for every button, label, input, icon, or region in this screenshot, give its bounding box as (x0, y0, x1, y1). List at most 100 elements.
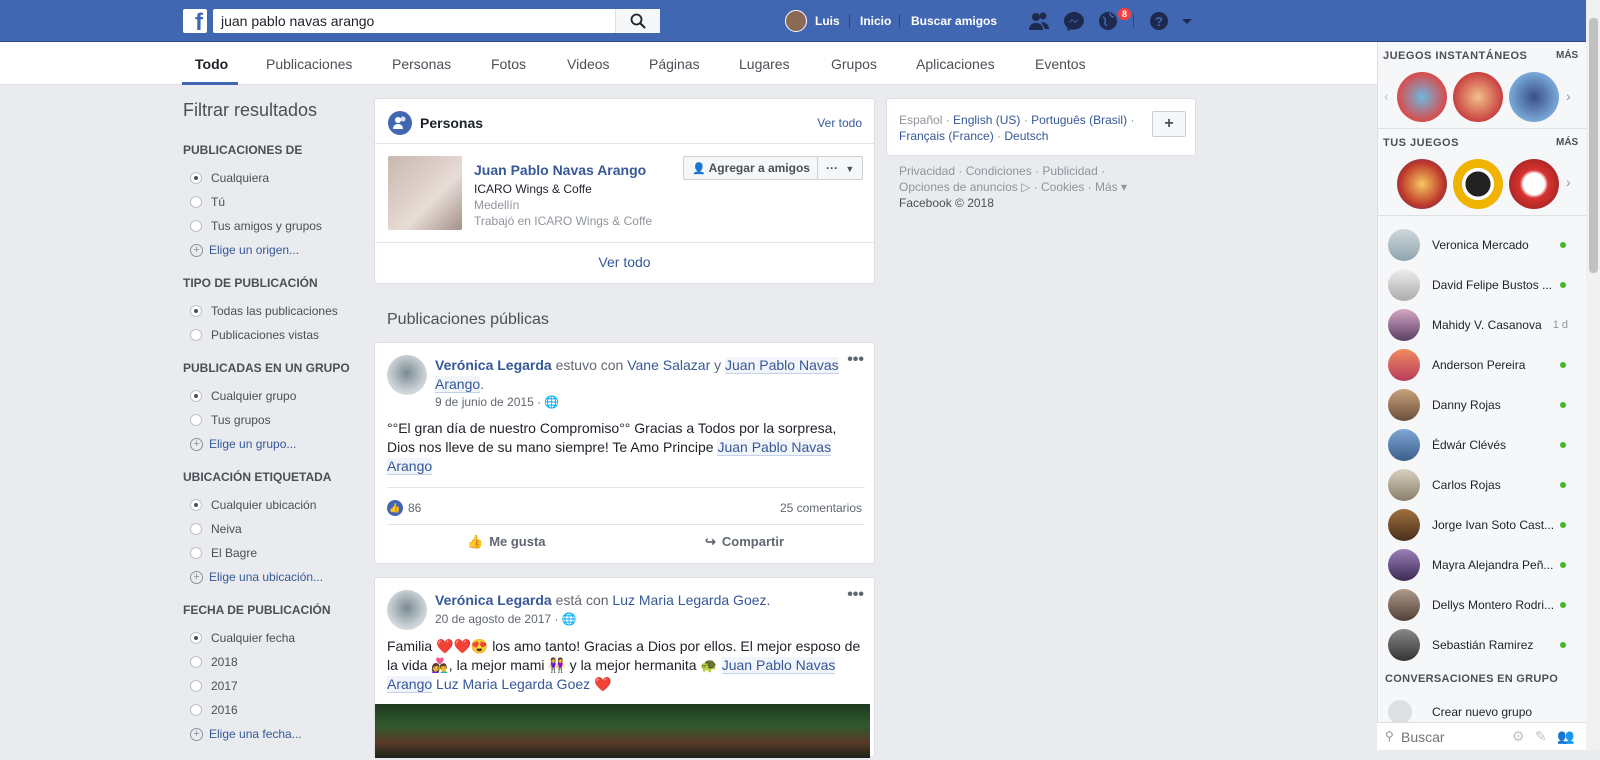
new-message-icon[interactable]: ✎ (1535, 728, 1547, 745)
author-avatar[interactable] (387, 590, 427, 630)
settings-gear-icon[interactable]: ⚙ (1512, 728, 1525, 745)
filter-option[interactable]: Cualquier ubicación (183, 493, 353, 517)
filter-option[interactable]: Tus grupos (183, 408, 353, 432)
chevron-right-icon[interactable]: › (1566, 88, 1571, 104)
see-all-bottom-link[interactable]: Ver todo (375, 254, 874, 270)
radio[interactable] (190, 414, 202, 426)
language-link[interactable]: Français (France) (899, 129, 994, 143)
home-link[interactable]: Inicio (860, 0, 891, 42)
post-options-icon[interactable]: ••• (847, 586, 864, 604)
comment-count[interactable]: 25 comentarios (780, 501, 862, 515)
add-language-button[interactable]: + (1152, 111, 1186, 137)
more-options-button[interactable]: ··· ▼ (817, 156, 863, 180)
choose-location-link[interactable]: Elige una ubicación... (209, 570, 323, 584)
see-all-people-link[interactable]: Ver todo (817, 116, 862, 130)
chat-contact[interactable]: Anderson Pereira (1388, 345, 1578, 385)
filter-option-choose[interactable]: + Elige una ubicación... (183, 565, 353, 589)
filter-option[interactable]: Tus amigos y grupos (183, 214, 353, 238)
scrollbar-thumb[interactable] (1589, 18, 1598, 273)
your-games-more-link[interactable]: MÁS (1556, 137, 1578, 148)
filter-option[interactable]: Cualquiera (183, 166, 353, 190)
author-link[interactable]: Verónica Legarda (435, 357, 552, 373)
game-pool-icon[interactable] (1397, 159, 1447, 209)
radio-selected[interactable] (190, 390, 202, 402)
create-group-row[interactable]: Crear nuevo grupo (1388, 700, 1578, 724)
new-group-icon[interactable]: 👥 (1557, 728, 1574, 745)
tab-lugares[interactable]: Lugares (739, 56, 790, 72)
radio[interactable] (190, 329, 202, 341)
chat-contact[interactable]: Mayra Alejandra Peñ... (1388, 545, 1578, 585)
filter-option[interactable]: 2017 (183, 674, 353, 698)
chat-contact[interactable]: Carlos Rojas (1388, 465, 1578, 505)
like-button[interactable]: 👍 Me gusta (467, 534, 546, 550)
tagged-user-link[interactable]: Vane Salazar (627, 357, 710, 373)
filter-option-choose[interactable]: + Elige un origen... (183, 238, 353, 262)
filter-option[interactable]: Cualquier grupo (183, 384, 353, 408)
tab-eventos[interactable]: Eventos (1035, 56, 1086, 72)
find-friends-link[interactable]: Buscar amigos (911, 0, 997, 42)
radio[interactable] (190, 547, 202, 559)
chat-contact[interactable]: David Felipe Bustos ... (1388, 265, 1578, 305)
chat-contact[interactable]: Sebastián Ramirez (1388, 625, 1578, 665)
post-date[interactable]: 9 de junio de 2015 · 🌐 (435, 395, 559, 409)
chat-search-input[interactable] (1401, 727, 1501, 747)
choose-source-link[interactable]: Elige un origen... (209, 243, 299, 257)
search-input[interactable]: juan pablo navas arango (213, 9, 660, 33)
tab-aplicaciones[interactable]: Aplicaciones (916, 56, 995, 72)
chat-contact[interactable]: Jorge Ivan Soto Cast... (1388, 505, 1578, 545)
tab-personas[interactable]: Personas (392, 56, 451, 72)
tagged-user-link[interactable]: Luz Maria Legarda Goez. (612, 592, 770, 608)
help-icon[interactable]: ? (1148, 11, 1170, 31)
person-name-link[interactable]: Juan Pablo Navas Arango (474, 162, 646, 178)
footer-links-line[interactable]: Opciones de anuncios ▷ · Cookies · Más ▾ (899, 179, 1189, 195)
game-uno-icon[interactable] (1453, 72, 1503, 122)
mention-link[interactable]: Luz Maria Legarda Goez (436, 676, 590, 692)
chevron-down-icon[interactable] (1180, 11, 1194, 31)
filter-option[interactable]: Publicaciones vistas (183, 323, 353, 347)
radio[interactable] (190, 220, 202, 232)
chat-contact[interactable]: Veronica Mercado (1388, 225, 1578, 265)
filter-option[interactable]: Tú (183, 190, 353, 214)
tab-publicaciones[interactable]: Publicaciones (266, 56, 352, 72)
add-friend-button[interactable]: 👤 Agregar a amigos (683, 156, 818, 180)
search-button[interactable] (615, 9, 660, 33)
filter-option[interactable]: 2016 (183, 698, 353, 722)
chevron-right-icon[interactable]: › (1566, 174, 1571, 190)
game-cards-icon[interactable] (1509, 159, 1559, 209)
filter-option[interactable]: El Bagre (183, 541, 353, 565)
facebook-logo-icon[interactable]: f (183, 9, 207, 33)
messenger-icon[interactable] (1063, 11, 1085, 31)
filter-option[interactable]: Cualquier fecha (183, 626, 353, 650)
filter-option[interactable]: Neiva (183, 517, 353, 541)
profile-link[interactable]: Luis (815, 0, 840, 42)
chat-contact[interactable]: Édwár Clévés (1388, 425, 1578, 465)
filter-option[interactable]: 2018 (183, 650, 353, 674)
tab-fotos[interactable]: Fotos (491, 56, 526, 72)
tab-paginas[interactable]: Páginas (649, 56, 700, 72)
instant-games-more-link[interactable]: MÁS (1556, 50, 1578, 61)
choose-group-link[interactable]: Elige un grupo... (209, 437, 296, 451)
post-options-icon[interactable]: ••• (847, 351, 864, 369)
radio[interactable] (190, 704, 202, 716)
filter-option[interactable]: Todas las publicaciones (183, 299, 353, 323)
choose-date-link[interactable]: Elige una fecha... (209, 727, 302, 741)
game-parchis-icon[interactable] (1509, 72, 1559, 122)
filter-option-choose[interactable]: + Elige un grupo... (183, 432, 353, 456)
chat-contact[interactable]: Dellys Montero Rodri... (1388, 585, 1578, 625)
person-photo[interactable] (388, 156, 462, 230)
language-link[interactable]: Português (Brasil) (1031, 113, 1127, 127)
radio-selected[interactable] (190, 305, 202, 317)
chevron-left-icon[interactable]: ‹ (1384, 88, 1389, 104)
tab-todo[interactable]: Todo (195, 56, 228, 72)
post-date[interactable]: 20 de agosto de 2017 · 🌐 (435, 612, 577, 626)
footer-links-line[interactable]: Privacidad · Condiciones · Publicidad · (899, 163, 1189, 179)
share-button[interactable]: ↪ Compartir (705, 534, 784, 550)
language-link[interactable]: Deutsch (1004, 129, 1048, 143)
radio-selected[interactable] (190, 632, 202, 644)
radio[interactable] (190, 656, 202, 668)
chat-contact[interactable]: Danny Rojas (1388, 385, 1578, 425)
tab-grupos[interactable]: Grupos (831, 56, 877, 72)
radio-selected[interactable] (190, 172, 202, 184)
radio-selected[interactable] (190, 499, 202, 511)
like-count[interactable]: 86 (408, 501, 421, 515)
